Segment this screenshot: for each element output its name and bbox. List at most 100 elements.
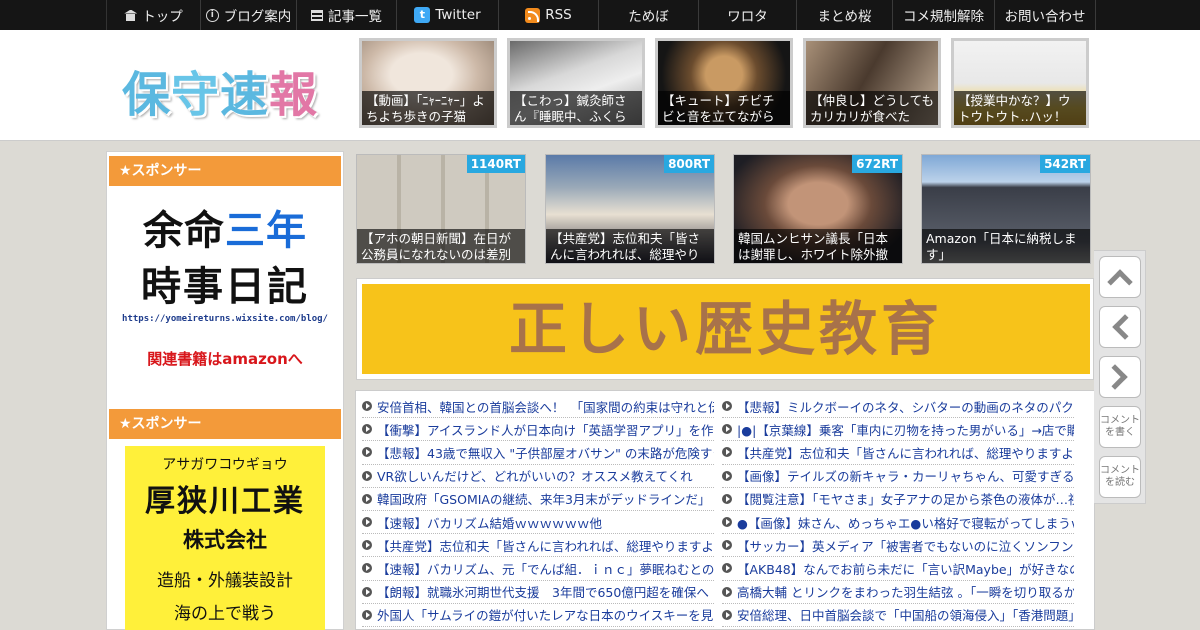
article-link[interactable]: 【衝撃】アイスランド人が日本向け「英語学習アプリ」を作っ (362, 418, 714, 442)
nav-item-twitter[interactable]: t Twitter (397, 0, 499, 30)
header-thumb-acupuncture[interactable]: 【こわっ】鍼灸師さん『睡眠中、ふくら (507, 38, 645, 128)
site-header: 保守速報 【動画】「ﾆｬｰﾆｬｰ」よちよち歩きの子猫 【こわっ】鍼灸師さん『睡眠… (0, 30, 1200, 141)
read-comments-button[interactable]: コメントを読む (1099, 456, 1141, 498)
ad-amazon-link[interactable]: 関連書籍はamazonへ (109, 348, 341, 369)
banner-inner: 正しい歴史教育 (362, 284, 1090, 374)
twitter-icon: t (414, 7, 431, 23)
article-link[interactable]: 【悲報】43歳で無収入 "子供部屋オバサン" の末路が危険すぎる (362, 441, 714, 465)
article-title: 外国人「サムライの鎧が付いたレアな日本のウイスキーを見て (377, 608, 714, 624)
arrow-bullet-icon (722, 493, 732, 504)
arrow-bullet-icon (362, 517, 372, 528)
arrow-bullet-icon (362, 424, 372, 435)
article-link[interactable]: 【悲報】ミルクボーイのネタ、シバターの動画のネタのパクリ (722, 395, 1074, 419)
logo-char: 守 (171, 67, 221, 123)
next-article-button[interactable] (1099, 356, 1141, 398)
banner-text: 正しい歴史教育 (508, 295, 943, 363)
header-thumb-friends[interactable]: 【仲良し】どうしてもカリカリが食べた (803, 38, 941, 128)
article-link[interactable]: 安倍総理、日中首脳会談で「中国船の領海侵入」「香港問題」 (722, 604, 1074, 627)
rss-icon (525, 7, 541, 23)
prev-article-button[interactable] (1099, 306, 1141, 348)
rt-tile[interactable]: 672RT 韓国ムンヒサン議長「日本は謝罪し、ホワイト除外撤 (733, 154, 903, 264)
nav-label: まとめ桜 (817, 9, 872, 25)
ad-url: https://yomeireturns.wixsite.com/blog/ (122, 314, 328, 324)
header-thumb-cute[interactable]: 【キュート】チビチビと音を立てながら (655, 38, 793, 128)
article-title: 安倍首相、韓国との首脳会談へ！ 「国家間の約束は守れと伝 (377, 399, 714, 415)
sponsor-heading: ★スポンサー (109, 156, 341, 186)
arrow-bullet-icon (722, 517, 732, 528)
article-link[interactable]: 【閲覧注意】「モヤさま」女子アナの足から茶色の液体が…視 (722, 488, 1074, 511)
nav-item-tamebo[interactable]: ためぼ (599, 0, 699, 30)
article-link[interactable]: 【AKB48】なんでお前ら未だに「言い訳Maybe」が好きなの？ (722, 557, 1074, 581)
nav-item-comment-unblock[interactable]: コメ規制解除 (893, 0, 995, 30)
rt-tile[interactable]: 800RT 【共産党】志位和夫「皆さんに言われれば、総理やり (545, 154, 715, 264)
article-title: 【閲覧注意】「モヤさま」女子アナの足から茶色の液体が…視 (737, 492, 1074, 508)
article-column-left: 安倍首相、韓国との首脳会談へ！ 「国家間の約束は守れと伝 【衝撃】アイスランド人… (362, 395, 714, 627)
article-title: 【速報】バカリズム結婚ｗｗｗｗｗｗ他 (377, 515, 603, 531)
article-link[interactable]: 【共産党】志位和夫「皆さんに言われれば、総理やりますよ、 (722, 441, 1074, 465)
ad-business: 造船・外艤装設計 (157, 571, 293, 591)
nav-item-rss[interactable]: RSS (499, 0, 599, 30)
rt-tile[interactable]: 542RT Amazon「日本に納税します」 (921, 154, 1091, 264)
nav-label: ワロタ (727, 9, 768, 25)
history-education-banner[interactable]: 正しい歴史教育 (356, 278, 1094, 380)
article-link[interactable]: 【サッカー】英メディア「被害者でもないのに泣くソンフンミ (722, 534, 1074, 558)
sidebar: ★スポンサー 余命三年 時事日記 https://yomeireturns.wi… (106, 151, 344, 630)
nav-item-top[interactable]: トップ (107, 0, 201, 30)
nav-item-warota[interactable]: ワロタ (699, 0, 797, 30)
article-link[interactable]: 安倍首相、韓国との首脳会談へ！ 「国家間の約束は守れと伝 (362, 395, 714, 419)
rt-count-badge: 672RT (852, 155, 902, 173)
article-title: 【共産党】志位和夫「皆さんに言われれば、総理やりますよ、 (737, 445, 1074, 461)
arrow-bullet-icon (362, 540, 372, 551)
arrow-bullet-icon (362, 401, 372, 412)
article-title: VR欲しいんだけど、どれがいいの？オススメ教えてくれ (377, 469, 693, 485)
thumb-caption: 【動画】「ﾆｬｰﾆｬｰ」よちよち歩きの子猫 (362, 91, 494, 125)
nav-item-contact[interactable]: お問い合わせ (995, 0, 1096, 30)
article-link[interactable]: 【速報】バカリズム、元「でんぱ組．ｉｎｃ」夢眠ねむとの結 (362, 557, 714, 581)
article-title: ●【画像】妹さん、めっちゃエ●い格好で寝転がってしまうｗｗ (737, 515, 1074, 531)
article-link[interactable]: 【速報】バカリズム結婚ｗｗｗｗｗｗ他 (362, 511, 714, 535)
tile-caption: 韓国ムンヒサン議長「日本は謝罪し、ホワイト除外撤 (734, 229, 902, 263)
ad-yomei-sannen[interactable]: 余命三年 時事日記 https://yomeireturns.wixsite.c… (109, 194, 341, 384)
article-link[interactable]: 【共産党】志位和夫「皆さんに言われれば、総理やりますよ、 (362, 534, 714, 558)
chevron-right-icon (1102, 364, 1128, 390)
ad-company-name: 厚狭川工業 (145, 484, 305, 519)
article-link[interactable]: ●【画像】妹さん、めっちゃエ●い格好で寝転がってしまうｗｗ (722, 511, 1074, 535)
ad-title-line2: 時事日記 (141, 264, 309, 310)
ad-corp-type: 株式会社 (183, 528, 267, 552)
write-comment-button[interactable]: コメントを書く (1099, 406, 1141, 448)
home-icon (124, 10, 137, 21)
nav-label: トップ (142, 9, 183, 25)
article-link[interactable]: VR欲しいんだけど、どれがいいの？オススメ教えてくれ (362, 465, 714, 488)
article-link[interactable]: |●|【京葉線】乗客「車内に刃物を持った男がいる」→店で購入 (722, 418, 1074, 442)
article-link[interactable]: 韓国政府「GSOMIAの継続、来年3月末がデッドラインだ」 (362, 488, 714, 511)
header-thumb-kitten[interactable]: 【動画】「ﾆｬｰﾆｬｰ」よちよち歩きの子猫 (359, 38, 497, 128)
ad-text: 三年 (225, 208, 307, 254)
article-link[interactable]: 【画像】テイルズの新キャラ・カーリャちゃん、可愛すぎると (722, 465, 1074, 488)
rt-count-badge: 542RT (1040, 155, 1090, 173)
article-title: 安倍総理、日中首脳会談で「中国船の領海侵入」「香港問題」 (737, 608, 1074, 624)
thumb-caption: 【仲良し】どうしてもカリカリが食べた (806, 91, 938, 125)
nav-item-article-list[interactable]: 記事一覧 (297, 0, 397, 30)
logo-char: 速 (220, 67, 270, 123)
article-title: 【悲報】43歳で無収入 "子供部屋オバサン" の末路が危険すぎる (377, 445, 714, 461)
arrow-bullet-icon (722, 563, 732, 574)
thumb-caption: 【キュート】チビチビと音を立てながら (658, 91, 790, 125)
site-logo[interactable]: 保守速報 (122, 55, 318, 125)
scroll-top-button[interactable] (1099, 256, 1141, 298)
rt-tile[interactable]: 1140RT 【アホの朝日新聞】在日が公務員になれないのは差別 (356, 154, 526, 264)
article-link[interactable]: 高橋大輔 とリンクをまわった羽生結弦 。「一瞬を切り取るか (722, 581, 1074, 604)
button-label: コメントを書く (1100, 415, 1140, 438)
article-link[interactable]: 外国人「サムライの鎧が付いたレアな日本のウイスキーを見て (362, 604, 714, 627)
article-title: 【衝撃】アイスランド人が日本向け「英語学習アプリ」を作っ (377, 422, 714, 438)
article-column-right: 【悲報】ミルクボーイのネタ、シバターの動画のネタのパクリ |●|【京葉線】乗客「… (722, 395, 1074, 627)
article-title: 【画像】テイルズの新キャラ・カーリャちゃん、可愛すぎると (737, 469, 1074, 485)
article-link[interactable]: 【朗報】就職氷河期世代支援 3年間で650億円超を確保へ (362, 581, 714, 604)
header-thumb-class[interactable]: 【授業中かな？】ウトウトウト‥ハッ！ (951, 38, 1089, 128)
logo-char: 保 (122, 67, 172, 123)
nav-item-matome-sakura[interactable]: まとめ桜 (797, 0, 893, 30)
arrow-bullet-icon (722, 447, 732, 458)
nav-label: ブログ案内 (223, 9, 292, 25)
ad-asagawa-kogyo[interactable]: アサガワコウギョウ 厚狭川工業 株式会社 造船・外艤装設計 海の上で戦う (125, 446, 325, 630)
nav-item-blog-guide[interactable]: i ブログ案内 (201, 0, 297, 30)
arrow-bullet-icon (362, 470, 372, 481)
